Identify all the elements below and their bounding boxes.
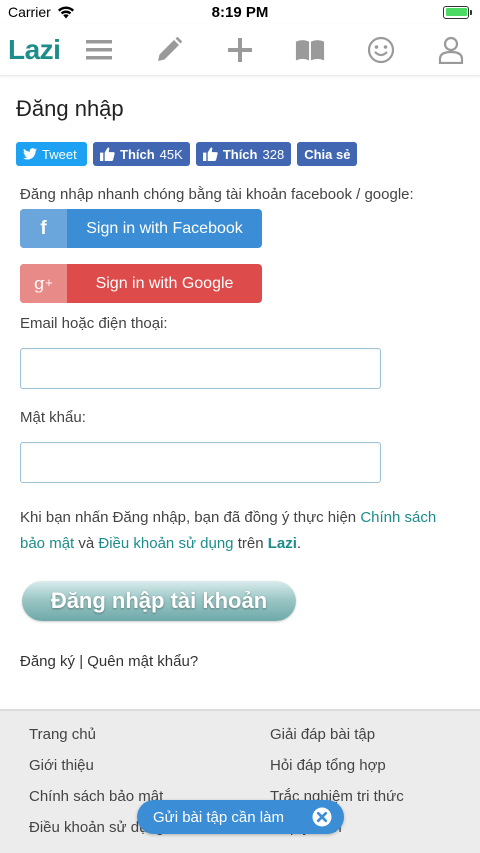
battery-icon bbox=[443, 5, 472, 19]
submit-homework-button[interactable]: Gửi bài tập cần làm bbox=[137, 800, 344, 834]
footer-link-homework-help[interactable]: Giải đáp bài tập bbox=[270, 725, 470, 744]
share-button[interactable]: Chia sẻ bbox=[297, 142, 358, 166]
facebook-f-icon: f bbox=[20, 209, 67, 248]
like-button[interactable]: Thích 45K bbox=[93, 142, 190, 166]
emoji-button[interactable] bbox=[366, 35, 396, 65]
google-signin-label: Sign in with Google bbox=[95, 274, 234, 292]
password-field[interactable] bbox=[20, 442, 381, 483]
top-navbar: Lazi bbox=[0, 24, 480, 76]
like-page-label: Thích bbox=[222, 146, 258, 162]
carrier-label: Carrier bbox=[8, 4, 51, 20]
menu-icon bbox=[86, 39, 112, 59]
tweet-label: Tweet bbox=[42, 146, 77, 162]
footer-link-qa[interactable]: Hỏi đáp tổng hợp bbox=[270, 756, 470, 775]
menu-button[interactable] bbox=[84, 35, 114, 65]
login-content: Đăng nhập Tweet Thích 45K Thích 328 Chia… bbox=[0, 96, 480, 670]
google-plus-icon: g + bbox=[20, 264, 67, 303]
like-count: 45K bbox=[159, 146, 183, 162]
footer-link-home[interactable]: Trang chủ bbox=[29, 725, 270, 744]
terms-text: Khi bạn nhấn Đăng nhập, bạn đã đồng ý th… bbox=[20, 509, 361, 526]
library-button[interactable] bbox=[295, 35, 325, 65]
close-circle-icon[interactable] bbox=[312, 807, 332, 827]
quick-login-prompt: Đăng nhập nhanh chóng bằng tài khoản fac… bbox=[20, 186, 414, 203]
password-label: Mật khẩu: bbox=[20, 409, 86, 426]
plus-icon bbox=[227, 37, 252, 62]
terms-brand: Lazi bbox=[267, 535, 297, 552]
facebook-signin-label: Sign in with Facebook bbox=[86, 219, 243, 237]
terms-and: và bbox=[74, 535, 99, 552]
email-field[interactable] bbox=[20, 348, 381, 389]
terms-of-use-link[interactable]: Điều khoản sử dụng bbox=[98, 535, 233, 552]
pencil-icon bbox=[158, 36, 183, 61]
forgot-password-link[interactable]: Quên mật khẩu? bbox=[87, 653, 198, 670]
lazi-logo[interactable]: Lazi bbox=[8, 34, 74, 66]
twitter-bird-icon bbox=[23, 148, 37, 160]
like-label: Thích bbox=[120, 146, 155, 162]
social-buttons: Tweet Thích 45K Thích 328 Chia sẻ bbox=[16, 142, 464, 166]
like-page-button[interactable]: Thích 328 bbox=[195, 142, 292, 166]
thumbs-up-icon bbox=[202, 147, 218, 161]
tweet-button[interactable]: Tweet bbox=[16, 142, 87, 166]
add-button[interactable] bbox=[225, 35, 255, 65]
facebook-signin-button[interactable]: f Sign in with Facebook bbox=[20, 209, 262, 248]
thumbs-up-icon bbox=[100, 147, 115, 161]
user-icon bbox=[438, 36, 464, 64]
links-separator: | bbox=[75, 653, 88, 670]
book-icon bbox=[296, 39, 325, 60]
like-page-count: 328 bbox=[262, 146, 285, 162]
footer-link-about[interactable]: Giới thiệu bbox=[29, 756, 270, 775]
terms-end: . bbox=[296, 535, 302, 552]
submit-homework-label: Gửi bài tập cần làm bbox=[153, 808, 284, 826]
account-links: Đăng ký | Quên mật khẩu? bbox=[20, 653, 464, 670]
login-submit-button[interactable]: Đăng nhập tài khoản bbox=[22, 581, 296, 621]
terms-on: trên bbox=[233, 535, 268, 552]
account-button[interactable] bbox=[436, 35, 466, 65]
wifi-icon bbox=[57, 6, 74, 18]
page-title: Đăng nhập bbox=[16, 96, 124, 121]
terms-notice: Khi bạn nhấn Đăng nhập, bạn đã đồng ý th… bbox=[20, 505, 450, 557]
write-button[interactable] bbox=[154, 35, 184, 65]
smiley-icon bbox=[367, 36, 394, 63]
email-label: Email hoặc điện thoại: bbox=[20, 315, 168, 332]
register-link[interactable]: Đăng ký bbox=[20, 653, 75, 670]
google-signin-button[interactable]: g + Sign in with Google bbox=[20, 264, 262, 303]
status-bar: Carrier 8:19 PM bbox=[0, 0, 480, 24]
